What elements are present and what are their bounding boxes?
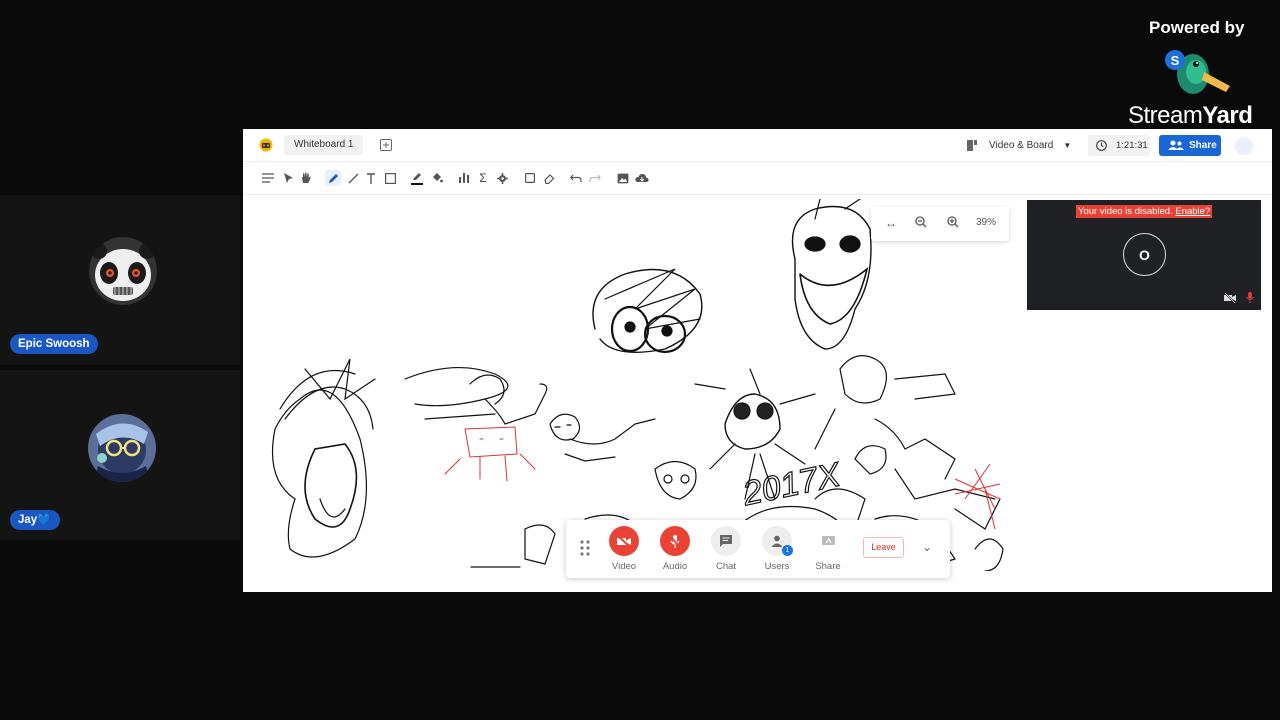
- view-mode-dropdown[interactable]: Video & Board ▼: [989, 136, 1071, 156]
- share-button[interactable]: Share: [1159, 135, 1221, 156]
- text-icon[interactable]: [363, 170, 379, 186]
- drawing-toolbar: Σ: [243, 162, 1272, 195]
- panda-avatar: [89, 237, 157, 305]
- undo-icon[interactable]: [568, 170, 584, 186]
- rectangle-icon[interactable]: [382, 170, 398, 186]
- layout-icon: [967, 140, 977, 151]
- leave-call-button[interactable]: Leave: [863, 537, 904, 558]
- video-off-icon: [617, 535, 631, 547]
- call-control-bar: Video Audio Chat 1 Users Share Leave ⌄: [566, 520, 950, 578]
- glasses-avatar: [88, 414, 156, 482]
- whiteboard-canvas[interactable]: 2017X: [255, 199, 1011, 571]
- zoom-out-icon[interactable]: [915, 216, 927, 231]
- doodle-text: 2017X: [739, 455, 845, 513]
- fill-bucket-icon[interactable]: [429, 170, 445, 186]
- chart-icon[interactable]: [456, 170, 472, 186]
- share-screen-button[interactable]: Share: [808, 526, 848, 572]
- users-button[interactable]: 1 Users: [757, 526, 797, 572]
- app-logo-icon: [259, 138, 273, 152]
- tab-whiteboard-1[interactable]: Whiteboard 1: [284, 135, 364, 155]
- streamyard-duck-icon: S: [1165, 50, 1230, 94]
- self-video-panel: Your video is disabled. Enable? O: [1027, 200, 1261, 310]
- zoom-controls: ↔ 39%: [871, 207, 1009, 241]
- menu-icon[interactable]: [260, 170, 276, 186]
- streamyard-wordmark: StreamYard: [1128, 102, 1253, 129]
- settings-gear-icon[interactable]: [494, 170, 510, 186]
- participant-name-tag: Epic Swoosh: [10, 334, 98, 354]
- line-icon[interactable]: [345, 170, 361, 186]
- participant-name-tag: Jay💙: [10, 510, 60, 530]
- chevron-down-icon: ▼: [1063, 141, 1072, 150]
- chat-bubble-icon: [720, 535, 732, 547]
- chevron-down-icon[interactable]: ⌄: [922, 540, 932, 554]
- powered-by-text: Powered by: [1149, 18, 1245, 37]
- cloud-save-icon[interactable]: [634, 170, 650, 186]
- users-count-badge: 1: [782, 545, 793, 556]
- camera-off-icon[interactable]: [1224, 293, 1236, 303]
- zoom-in-icon[interactable]: [947, 216, 959, 231]
- zoom-percent: 39%: [976, 217, 997, 228]
- video-disabled-message: Your video is disabled. Enable?: [1076, 205, 1213, 218]
- whiteboard-window: Whiteboard 1 Video & Board ▼ 1:21:31 Shar…: [243, 129, 1272, 592]
- select-arrow-icon[interactable]: [280, 170, 296, 186]
- people-icon: [1168, 140, 1184, 150]
- video-toggle-button[interactable]: Video: [604, 526, 644, 572]
- image-icon[interactable]: [615, 170, 631, 186]
- whiteboard-topbar: Whiteboard 1 Video & Board ▼ 1:21:31 Shar…: [243, 129, 1272, 162]
- mic-off-icon: [670, 534, 680, 548]
- drag-handle-icon[interactable]: [579, 539, 591, 557]
- stream-stage: Powered by S StreamYard Epic Swoosh Jay💙…: [0, 0, 1280, 720]
- audio-toggle-button[interactable]: Audio: [655, 526, 695, 572]
- frame-icon[interactable]: [522, 170, 538, 186]
- fit-width-icon[interactable]: ↔: [885, 216, 897, 230]
- user-avatar[interactable]: [1235, 137, 1253, 155]
- add-board-icon[interactable]: [379, 138, 393, 152]
- enable-video-link[interactable]: Enable?: [1175, 206, 1210, 217]
- svg-text:S: S: [1171, 53, 1180, 68]
- self-initial-avatar: O: [1123, 233, 1166, 276]
- mic-off-icon[interactable]: [1246, 292, 1254, 303]
- session-timer: 1:21:31: [1088, 135, 1150, 156]
- stroke-color-icon[interactable]: [409, 170, 425, 186]
- hand-pan-icon[interactable]: [298, 170, 314, 186]
- eraser-icon[interactable]: [541, 170, 557, 186]
- screen-share-icon: [821, 535, 835, 545]
- person-icon: [771, 535, 783, 547]
- redo-icon[interactable]: [587, 170, 603, 186]
- clock-icon: [1096, 140, 1107, 151]
- chat-button[interactable]: Chat: [706, 526, 746, 572]
- pen-icon[interactable]: [325, 170, 341, 186]
- formula-sigma-icon[interactable]: Σ: [475, 170, 491, 186]
